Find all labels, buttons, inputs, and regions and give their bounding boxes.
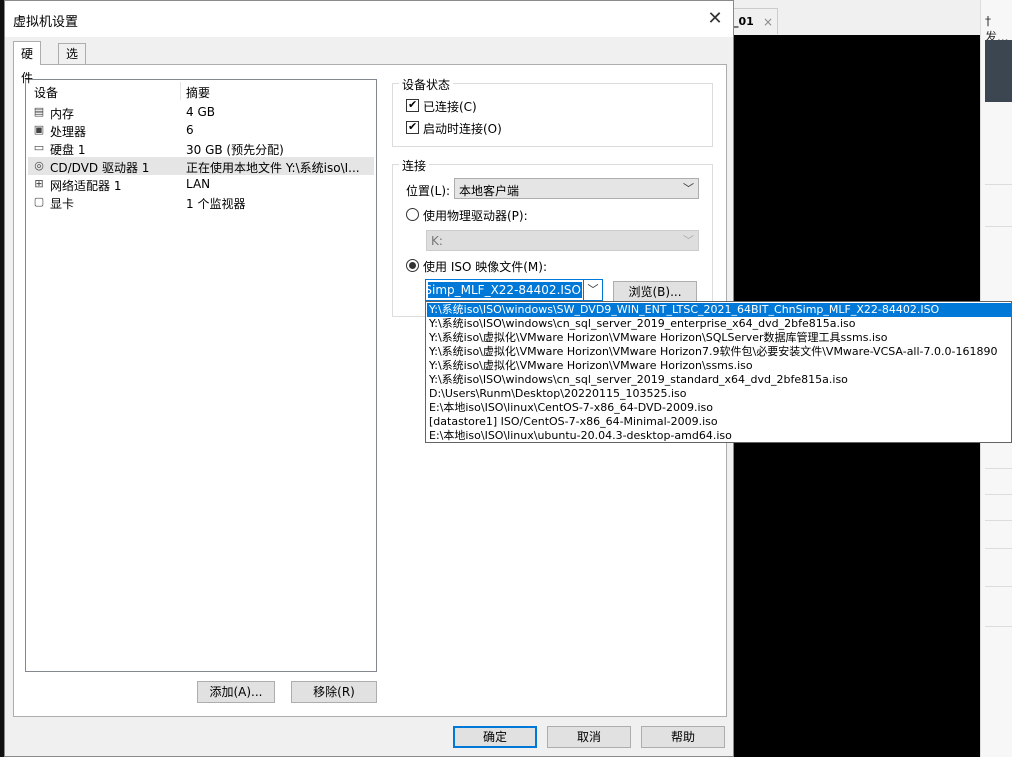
- dropdown-option[interactable]: E:\本地iso\ISO\linux\ubuntu-20.04.3-deskto…: [427, 429, 1011, 442]
- divider: [985, 226, 1012, 227]
- help-button[interactable]: 帮助: [641, 726, 725, 748]
- dialog-titlebar[interactable]: 虚拟机设置 ✕: [5, 1, 733, 37]
- iso-path-dropdown[interactable]: Y:\系统iso\ISO\windows\SW_DVD9_WIN_ENT_LTS…: [425, 301, 1012, 443]
- device-name: 处理器: [50, 125, 87, 139]
- hard-disk-icon: ▭: [33, 141, 45, 154]
- checkmark-icon: ✔: [408, 120, 418, 133]
- tab-hardware[interactable]: 硬件: [13, 41, 42, 85]
- iso-file-label[interactable]: 使用 ISO 映像文件(M):: [423, 258, 547, 275]
- ok-button[interactable]: 确定: [453, 726, 537, 748]
- memory-icon: ▤: [33, 105, 45, 118]
- iso-path-combobox[interactable]: Y:\系统iso\ISO\windows\SW_DVD9_WIN_ENT_LTS…: [425, 279, 603, 301]
- physical-drive-label[interactable]: 使用物理驱动器(P):: [423, 207, 528, 224]
- connect-on-power-label[interactable]: 启动时连接(O): [423, 120, 502, 137]
- network-adapter-icon: ⊞: [34, 177, 44, 190]
- dropdown-option[interactable]: [datastore1] ISO/CentOS-7-x86_64-Minimal…: [427, 415, 1011, 429]
- device-name: 显卡: [50, 197, 75, 211]
- divider: [985, 494, 1012, 495]
- device-name: 网络适配器 1: [50, 179, 122, 193]
- connect-on-power-checkbox[interactable]: ✔: [406, 120, 419, 134]
- column-separator[interactable]: [180, 82, 181, 100]
- device-row-processor[interactable]: ▣ 处理器 6: [28, 121, 374, 139]
- location-select[interactable]: 本地客户端 ﹀: [454, 178, 699, 199]
- dropdown-option[interactable]: Y:\系统iso\虚拟化\VMware Horizon\VMware Horiz…: [427, 345, 1011, 359]
- connection-legend: 连接: [399, 157, 430, 174]
- device-name: 硬盘 1: [50, 143, 86, 157]
- add-device-button[interactable]: 添加(A)...: [197, 681, 275, 703]
- dropdown-option[interactable]: Y:\系统iso\ISO\windows\SW_DVD9_WIN_ENT_LTS…: [427, 303, 1011, 317]
- dropdown-option[interactable]: D:\Users\Runm\Desktop\20220115_103525.is…: [427, 387, 1011, 401]
- device-list[interactable]: 设备 摘要 ▤ 内存 4 GB ▣ 处理器 6 ▭ 硬盘 1 30 GB (预先…: [25, 79, 377, 672]
- divider: [985, 468, 1012, 469]
- iso-path-input[interactable]: Y:\系统iso\ISO\windows\SW_DVD9_WIN_ENT_LTS…: [428, 282, 582, 298]
- device-name: 内存: [50, 107, 75, 121]
- device-row-network-adapter[interactable]: ⊞ 网络适配器 1 LAN: [28, 175, 374, 193]
- device-name: CD/DVD 驱动器 1: [50, 161, 150, 175]
- background-right-dark-block: [985, 40, 1012, 102]
- divider: [985, 586, 1012, 587]
- cancel-button[interactable]: 取消: [547, 726, 631, 748]
- device-status-group: 设备状态: [392, 76, 713, 147]
- physical-drive-select: K: ﹀: [426, 230, 699, 251]
- physical-drive-radio[interactable]: [406, 208, 419, 221]
- divider: [985, 548, 1012, 549]
- chevron-down-icon[interactable]: ﹀: [583, 280, 602, 300]
- device-row-hard-disk[interactable]: ▭ 硬盘 1 30 GB (预先分配): [28, 139, 374, 157]
- browse-button[interactable]: 浏览(B)...: [613, 281, 697, 303]
- device-summary: 正在使用本地文件 Y:\系统iso\I...: [186, 161, 360, 175]
- checkmark-icon: ✔: [408, 98, 418, 111]
- chevron-down-icon: ﹀: [683, 234, 694, 247]
- column-header-summary[interactable]: 摘要: [186, 84, 210, 101]
- connected-checkbox[interactable]: ✔: [406, 98, 419, 112]
- background-tab-label: _01: [733, 15, 754, 28]
- tab-options[interactable]: 选项: [58, 43, 87, 81]
- connected-label[interactable]: 已连接(C): [423, 98, 477, 115]
- device-summary: 4 GB: [186, 105, 215, 119]
- device-summary: 30 GB (预先分配): [186, 143, 284, 157]
- device-summary: 6: [186, 123, 194, 137]
- device-status-legend: 设备状态: [399, 76, 454, 93]
- divider: [985, 184, 1012, 185]
- dropdown-option[interactable]: Y:\系统iso\虚拟化\VMware Horizon\VMware Horiz…: [427, 359, 1011, 373]
- location-select-value: 本地客户端: [459, 184, 520, 198]
- dropdown-option[interactable]: E:\本地iso\ISO\linux\CentOS-7-x86_64-DVD-2…: [427, 401, 1011, 415]
- device-list-header: 设备 摘要: [26, 80, 376, 102]
- device-row-cd-dvd[interactable]: ◎ CD/DVD 驱动器 1 正在使用本地文件 Y:\系统iso\I...: [28, 157, 374, 175]
- physical-drive-value: K:: [431, 234, 443, 248]
- device-row-memory[interactable]: ▤ 内存 4 GB: [28, 103, 374, 121]
- dropdown-option[interactable]: Y:\系统iso\虚拟化\VMware Horizon\VMware Horiz…: [427, 331, 1011, 345]
- close-icon[interactable]: ✕: [703, 7, 727, 31]
- background-tab-close-icon[interactable]: ×: [763, 9, 773, 35]
- remove-device-button[interactable]: 移除(R): [291, 681, 377, 703]
- divider: [985, 520, 1012, 521]
- device-summary: 1 个监视器: [186, 197, 246, 211]
- dialog-title: 虚拟机设置: [13, 15, 79, 30]
- column-header-device[interactable]: 设备: [34, 84, 58, 101]
- location-label: 位置(L):: [406, 184, 451, 198]
- divider: [985, 626, 1012, 627]
- device-row-display[interactable]: ▢ 显卡 1 个监视器: [28, 193, 374, 211]
- chevron-down-icon: ﹀: [683, 182, 694, 195]
- dropdown-option[interactable]: Y:\系统iso\ISO\windows\cn_sql_server_2019_…: [427, 373, 1011, 387]
- device-summary: LAN: [186, 177, 211, 191]
- processor-icon: ▣: [33, 123, 45, 136]
- iso-file-radio[interactable]: [406, 259, 419, 272]
- dropdown-option[interactable]: Y:\系统iso\ISO\windows\cn_sql_server_2019_…: [427, 317, 1011, 331]
- display-icon: ▢: [33, 195, 45, 208]
- cd-dvd-icon: ◎: [34, 159, 44, 172]
